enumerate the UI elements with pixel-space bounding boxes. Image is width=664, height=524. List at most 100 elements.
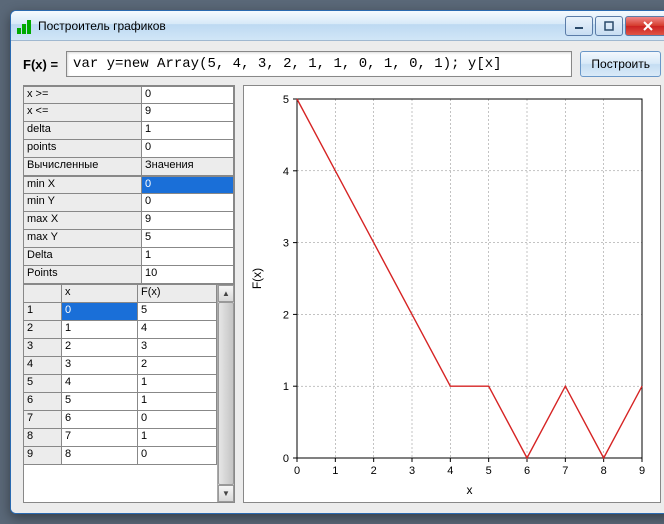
- computed-row[interactable]: min Y0: [24, 194, 234, 212]
- cell-fx[interactable]: 0: [138, 447, 217, 465]
- table-row[interactable]: 651: [24, 393, 217, 411]
- table-row[interactable]: 541: [24, 375, 217, 393]
- col-header: x: [62, 285, 138, 303]
- cell-x[interactable]: 6: [62, 411, 138, 429]
- app-icon: [17, 18, 33, 34]
- svg-text:3: 3: [409, 465, 415, 477]
- table-row[interactable]: 432: [24, 357, 217, 375]
- table-row[interactable]: 214: [24, 321, 217, 339]
- computed-key: min X: [24, 176, 142, 194]
- computed-key: Delta: [24, 248, 142, 266]
- svg-text:x: x: [467, 483, 473, 497]
- svg-text:1: 1: [332, 465, 338, 477]
- svg-text:3: 3: [283, 238, 289, 250]
- row-number: 3: [24, 339, 62, 357]
- params-grid[interactable]: x >=0x <=9delta1points0: [24, 86, 234, 158]
- svg-text:0: 0: [294, 465, 300, 477]
- param-value[interactable]: 0: [142, 140, 234, 158]
- close-button[interactable]: [625, 16, 664, 36]
- row-number: 1: [24, 303, 62, 321]
- param-value[interactable]: 0: [142, 86, 234, 104]
- param-value[interactable]: 1: [142, 122, 234, 140]
- cell-x[interactable]: 2: [62, 339, 138, 357]
- computed-value[interactable]: 1: [142, 248, 234, 266]
- computed-grid[interactable]: min X0min Y0max X9max Y5Delta1Points10: [24, 176, 234, 284]
- row-number: 5: [24, 375, 62, 393]
- param-row[interactable]: points0: [24, 140, 234, 158]
- cell-x[interactable]: 4: [62, 375, 138, 393]
- computed-row[interactable]: max X9: [24, 212, 234, 230]
- row-number: 2: [24, 321, 62, 339]
- formula-label: F(x) =: [23, 57, 58, 72]
- scroll-down-button[interactable]: ▼: [218, 485, 234, 502]
- param-row[interactable]: x >=0: [24, 86, 234, 104]
- cell-fx[interactable]: 4: [138, 321, 217, 339]
- row-number: 7: [24, 411, 62, 429]
- param-row[interactable]: delta1: [24, 122, 234, 140]
- data-table-scrollbar[interactable]: ▲ ▼: [217, 285, 234, 502]
- chart-panel: 0123456789012345xF(x): [243, 85, 661, 503]
- computed-row[interactable]: min X0: [24, 176, 234, 194]
- app-window: Построитель графиков F(x) = Построить x …: [10, 10, 664, 514]
- chart: 0123456789012345xF(x): [247, 85, 657, 503]
- computed-value[interactable]: 5: [142, 230, 234, 248]
- window-title: Построитель графиков: [38, 19, 565, 33]
- table-row[interactable]: 760: [24, 411, 217, 429]
- svg-text:5: 5: [486, 465, 492, 477]
- computed-header: Вычисленные Значения: [24, 158, 234, 176]
- cell-fx[interactable]: 1: [138, 375, 217, 393]
- table-row[interactable]: 323: [24, 339, 217, 357]
- computed-key: max X: [24, 212, 142, 230]
- cell-fx[interactable]: 0: [138, 411, 217, 429]
- svg-text:4: 4: [447, 465, 453, 477]
- client-area: F(x) = Построить x >=0x <=9delta1points0…: [11, 41, 664, 513]
- cell-fx[interactable]: 5: [138, 303, 217, 321]
- table-row[interactable]: 980: [24, 447, 217, 465]
- table-row[interactable]: 105: [24, 303, 217, 321]
- scroll-up-button[interactable]: ▲: [218, 285, 234, 302]
- table-row[interactable]: 871: [24, 429, 217, 447]
- left-panel: x >=0x <=9delta1points0 Вычисленные Знач…: [23, 85, 235, 503]
- formula-input[interactable]: [66, 51, 572, 77]
- data-table[interactable]: xF(x)105214323432541651760871980: [24, 285, 217, 502]
- svg-text:8: 8: [601, 465, 607, 477]
- build-button[interactable]: Построить: [580, 51, 661, 77]
- minimize-button[interactable]: [565, 16, 593, 36]
- param-value[interactable]: 9: [142, 104, 234, 122]
- svg-text:0: 0: [283, 453, 289, 465]
- row-number: 4: [24, 357, 62, 375]
- cell-fx[interactable]: 1: [138, 429, 217, 447]
- cell-x[interactable]: 3: [62, 357, 138, 375]
- row-number: 8: [24, 429, 62, 447]
- svg-text:2: 2: [283, 309, 289, 321]
- cell-x[interactable]: 1: [62, 321, 138, 339]
- svg-text:2: 2: [371, 465, 377, 477]
- param-key: delta: [24, 122, 142, 140]
- param-row[interactable]: x <=9: [24, 104, 234, 122]
- svg-text:F(x): F(x): [250, 268, 264, 289]
- computed-row[interactable]: max Y5: [24, 230, 234, 248]
- computed-value[interactable]: 10: [142, 266, 234, 284]
- svg-text:6: 6: [524, 465, 530, 477]
- titlebar[interactable]: Построитель графиков: [11, 11, 664, 41]
- computed-value[interactable]: 9: [142, 212, 234, 230]
- computed-row[interactable]: Delta1: [24, 248, 234, 266]
- scroll-thumb[interactable]: [218, 302, 234, 485]
- col-header: [24, 285, 62, 303]
- cell-x[interactable]: 8: [62, 447, 138, 465]
- row-number: 6: [24, 393, 62, 411]
- computed-key: min Y: [24, 194, 142, 212]
- computed-key: Points: [24, 266, 142, 284]
- col-header: F(x): [138, 285, 217, 303]
- computed-value[interactable]: 0: [142, 194, 234, 212]
- cell-fx[interactable]: 2: [138, 357, 217, 375]
- computed-row[interactable]: Points10: [24, 266, 234, 284]
- maximize-button[interactable]: [595, 16, 623, 36]
- computed-value[interactable]: 0: [142, 176, 234, 194]
- computed-key: max Y: [24, 230, 142, 248]
- cell-x[interactable]: 7: [62, 429, 138, 447]
- cell-fx[interactable]: 3: [138, 339, 217, 357]
- cell-fx[interactable]: 1: [138, 393, 217, 411]
- cell-x[interactable]: 5: [62, 393, 138, 411]
- cell-x[interactable]: 0: [62, 303, 138, 321]
